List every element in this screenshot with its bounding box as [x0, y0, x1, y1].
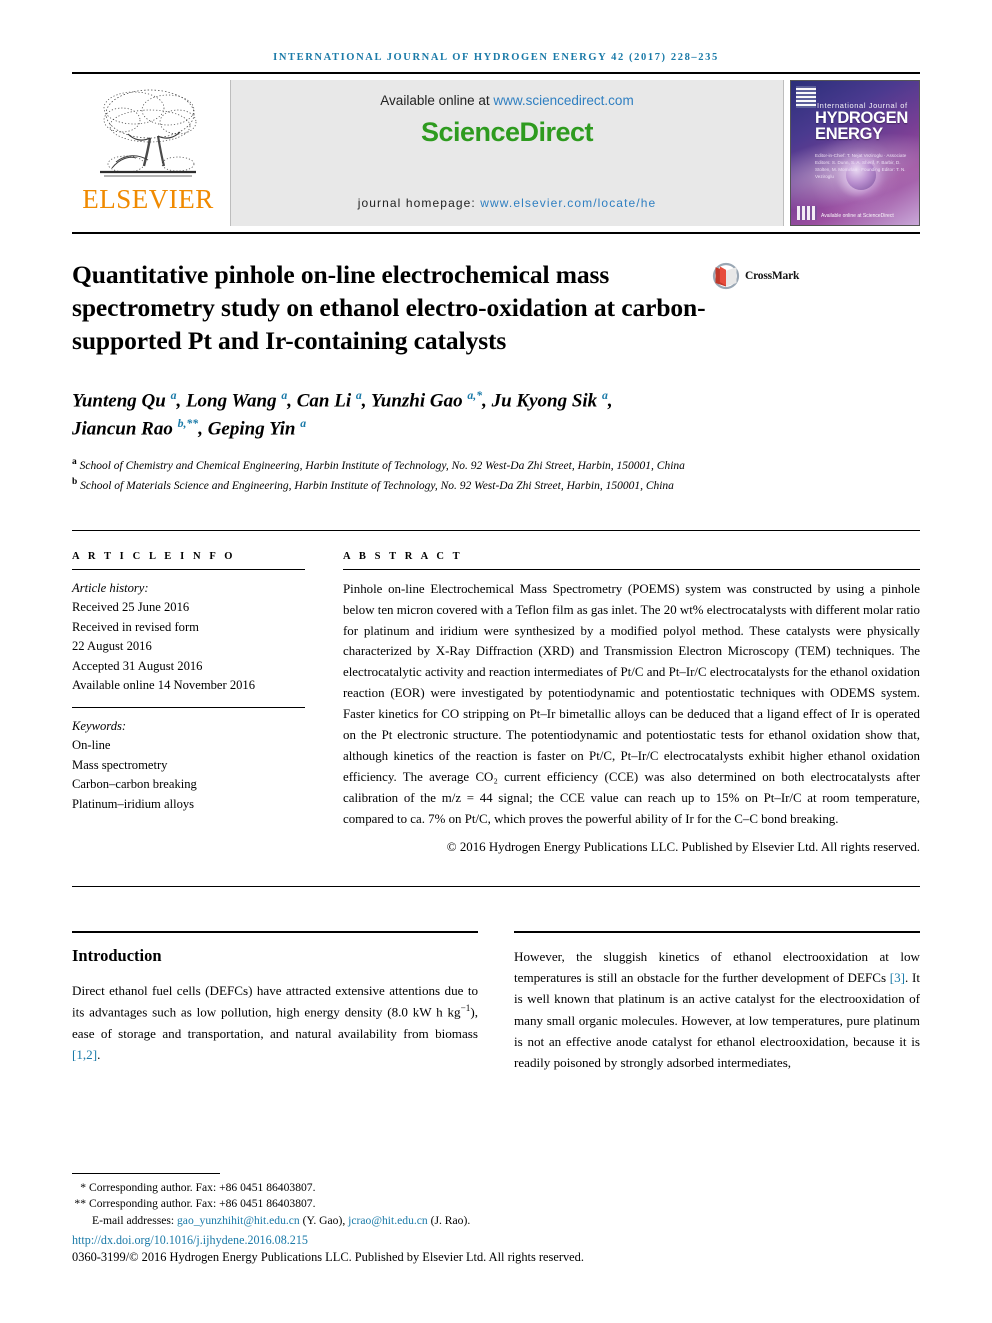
affiliation-list: a School of Chemistry and Chemical Engin…: [72, 455, 802, 496]
introduction-paragraph-left: Direct ethanol fuel cells (DEFCs) have a…: [72, 982, 478, 1062]
introduction-paragraph-right: However, the sluggish kinetics of ethano…: [514, 948, 921, 1071]
info-section-top-rule: [72, 529, 920, 531]
footnote-marker-double: **: [74, 1197, 86, 1211]
keywords-label: Keywords:: [72, 718, 127, 733]
publisher-logo-block: ELSEVIER: [72, 80, 224, 226]
email-owner-rao: (J. Rao).: [427, 1213, 471, 1227]
masthead: ELSEVIER Available online at www.science…: [72, 80, 920, 226]
journal-homepage-prefix: journal homepage:: [357, 196, 481, 210]
cover-editors-text: Editor-in-Chief: T. Nejat Veziroglu · As…: [815, 153, 907, 179]
crossmark-icon: [712, 262, 740, 290]
body-column-left: Introduction Direct ethanol fuel cells (…: [72, 930, 478, 1074]
sciencedirect-url-link[interactable]: www.sciencedirect.com: [493, 93, 633, 108]
author-line-2: Jiancun Rao b,**, Geping Yin a: [72, 417, 307, 440]
cover-big-title: HYDROGEN ENERGY: [815, 110, 915, 143]
body-columns: Introduction Direct ethanol fuel cells (…: [72, 930, 921, 1074]
elsevier-tree-icon: [100, 89, 197, 177]
sciencedirect-banner: Available online at www.sciencedirect.co…: [230, 80, 784, 226]
cover-footer-mark-icon: [797, 206, 817, 220]
cover-title-line-2: ENERGY: [815, 124, 883, 143]
available-online-prefix: Available online at: [380, 93, 494, 108]
cover-footer: Available online at ScienceDirect: [797, 206, 913, 220]
article-history-label: Article history:: [72, 580, 149, 595]
footnotes-block: * Corresponding author. Fax: +86 0451 864…: [72, 1172, 584, 1265]
section-rule-right: [514, 930, 920, 933]
history-item: Received in revised form: [72, 619, 199, 634]
email-addresses-line: E-mail addresses: gao_yunzhihit@hit.edu.…: [72, 1213, 492, 1229]
title-block: Quantitative pinhole on-line electrochem…: [72, 258, 920, 357]
journal-cover-block: International Journal of HYDROGEN ENERGY…: [790, 80, 920, 226]
page-title: Quantitative pinhole on-line electrochem…: [72, 260, 706, 356]
cover-publisher-badge-lines: [796, 86, 816, 108]
issn-copyright-line: 0360-3199/© 2016 Hydrogen Energy Publica…: [72, 1250, 584, 1264]
footnote-marker-single: *: [80, 1180, 86, 1194]
email-link-gao[interactable]: gao_yunzhihit@hit.edu.cn: [177, 1214, 300, 1227]
cover-footer-text: Available online at ScienceDirect: [821, 213, 894, 219]
corresponding-author-1: * Corresponding author. Fax: +86 0451 864…: [72, 1180, 492, 1196]
history-item: 22 August 2016: [72, 639, 152, 654]
abstract-text: Pinhole on-line Electrochemical Mass Spe…: [343, 581, 920, 826]
elsevier-wordmark: ELSEVIER: [82, 184, 214, 214]
running-head: INTERNATIONAL JOURNAL OF HYDROGEN ENERGY…: [273, 52, 719, 63]
footnote-rule: [72, 1172, 220, 1174]
email-addresses-label: E-mail addresses:: [92, 1213, 177, 1227]
affiliation-b: b School of Materials Science and Engine…: [72, 477, 674, 493]
keyword-item: Mass spectrometry: [72, 757, 168, 772]
journal-homepage-link[interactable]: www.elsevier.com/locate/he: [480, 196, 656, 210]
info-abstract-section: A R T I C L E I N F O Article history: R…: [72, 551, 920, 858]
corresponding-author-2: ** Corresponding author. Fax: +86 0451 86…: [72, 1196, 492, 1212]
author-line-1: Yunteng Qu a, Long Wang a, Can Li a, Yun…: [72, 389, 613, 412]
doi-link[interactable]: http://dx.doi.org/10.1016/j.ijhydene.201…: [72, 1233, 492, 1248]
article-info-heading: A R T I C L E I N F O: [72, 550, 236, 562]
abstract-copyright: © 2016 Hydrogen Energy Publications LLC.…: [446, 839, 920, 854]
section-rule-left: [72, 930, 478, 933]
masthead-bottom-rule: [72, 232, 920, 234]
crossmark-label: CrossMark: [745, 270, 800, 282]
available-online-line: Available online at www.sciencedirect.co…: [380, 93, 633, 108]
corresponding-author-1-text: Corresponding author. Fax: +86 0451 8640…: [89, 1180, 316, 1194]
journal-homepage-line: journal homepage: www.elsevier.com/locat…: [358, 196, 657, 210]
history-item: Received 25 June 2016: [72, 600, 190, 615]
sciencedirect-wordmark: ScienceDirect: [420, 117, 594, 148]
abstract-column: A B S T R A C T Pinhole on-line Electroc…: [343, 551, 920, 858]
corresponding-author-2-text: Corresponding author. Fax: +86 0451 8640…: [89, 1197, 316, 1211]
article-info-column: A R T I C L E I N F O Article history: R…: [72, 551, 305, 858]
sciencedirect-word-direct: Direct: [519, 117, 594, 147]
email-owner-gao: (Y. Gao),: [299, 1213, 349, 1227]
sciencedirect-word-science: Science: [420, 117, 520, 147]
keyword-item: On-line: [72, 738, 111, 753]
journal-cover-image: International Journal of HYDROGEN ENERGY…: [790, 80, 920, 226]
info-section-bottom-rule: [72, 885, 920, 887]
keyword-item: Carbon–carbon breaking: [72, 777, 197, 792]
introduction-heading: Introduction: [72, 945, 162, 965]
body-column-right: However, the sluggish kinetics of ethano…: [514, 930, 921, 1074]
affiliation-a: a School of Chemistry and Chemical Engin…: [72, 457, 685, 472]
author-list: Yunteng Qu a, Long Wang a, Can Li a, Yun…: [72, 387, 792, 443]
keyword-item: Platinum–iridium alloys: [72, 796, 195, 811]
crossmark-badge[interactable]: CrossMark: [712, 258, 812, 290]
history-item: Available online 14 November 2016: [72, 678, 256, 693]
email-link-rao[interactable]: jcrao@hit.edu.cn: [348, 1214, 428, 1227]
abstract-heading: A B S T R A C T: [343, 550, 463, 562]
history-item: Accepted 31 August 2016: [72, 658, 203, 673]
keywords-group: Keywords: On-line Mass spectrometry Carb…: [72, 708, 305, 815]
article-history-group: Article history: Received 25 June 2016 R…: [72, 570, 305, 696]
journal-article-page: INTERNATIONAL JOURNAL OF HYDROGEN ENERGY…: [0, 0, 992, 1323]
top-rule: [72, 72, 920, 74]
